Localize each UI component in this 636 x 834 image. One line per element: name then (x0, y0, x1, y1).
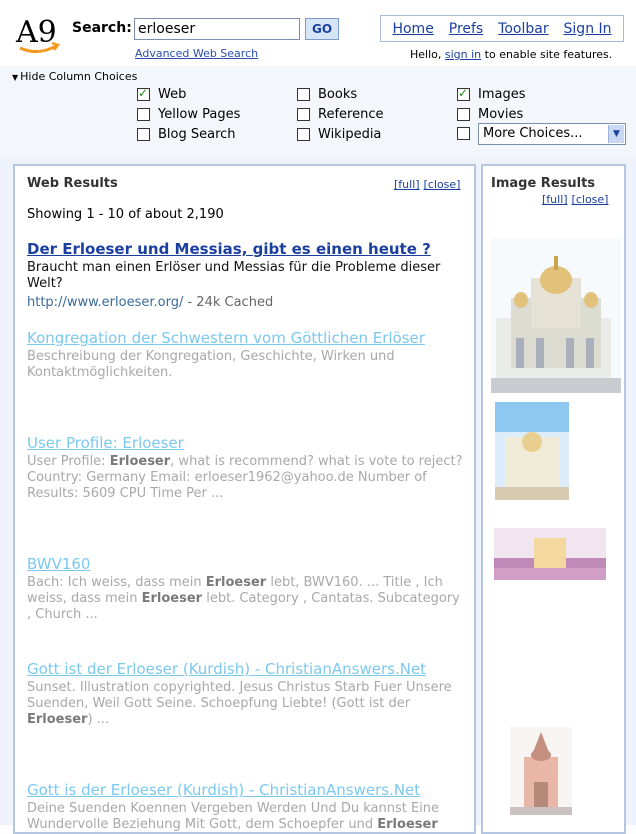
result-item: Der Erloeser und Messias, gibt es einen … (27, 240, 467, 310)
result-snippet: Braucht man einen Erlöser und Messias fü… (27, 260, 441, 291)
result-item: User Profile: Erloeser User Profile: Erl… (27, 434, 467, 502)
image-thumbnail-cathedral[interactable] (491, 238, 621, 393)
choice-books[interactable]: Books (297, 87, 357, 102)
go-button[interactable]: GO (305, 18, 339, 40)
result-item: Gott ist der Erloeser (Kurdish) - Christ… (27, 660, 467, 728)
result-title-link[interactable]: User Profile: Erloeser (27, 434, 467, 452)
choice-more[interactable] (457, 127, 478, 140)
result-count: Showing 1 - 10 of about 2,190 (27, 207, 224, 222)
search-input[interactable] (134, 18, 300, 40)
web-results-links: [full] [close] (390, 178, 460, 191)
result-snippet: User Profile: Erloeser, what is recommen… (27, 454, 463, 501)
checkbox-more[interactable] (457, 127, 470, 140)
web-full-link[interactable]: [full] (394, 178, 420, 191)
nav-signin-link[interactable]: Sign In (564, 21, 612, 37)
result-title-link[interactable]: Gott ist der Erloeser (Kurdish) - Christ… (27, 660, 467, 678)
search-label: Search: (72, 20, 132, 36)
nav-prefs-link[interactable]: Prefs (449, 21, 483, 37)
checkbox-web[interactable] (137, 86, 150, 101)
result-title-link[interactable]: Gott is der Erloeser (Kurdish) - Christi… (27, 781, 467, 799)
checkbox-wikipedia[interactable] (297, 128, 310, 141)
result-snippet: Sunset. Illustration copyrighted. Jesus … (27, 680, 452, 727)
image-close-link[interactable]: [close] (572, 193, 609, 206)
checkbox-images[interactable] (457, 86, 470, 101)
checkbox-blog-search[interactable] (137, 128, 150, 141)
result-snippet: Bach: Ich weiss, dass mein Erloeser lebt… (27, 575, 460, 622)
choice-blog-search[interactable]: Blog Search (137, 127, 236, 142)
image-results-links: [full] [close] (538, 193, 608, 206)
nav-toolbar-link[interactable]: Toolbar (498, 21, 548, 37)
result-snippet: Beschreibung der Kongregation, Geschicht… (27, 349, 395, 380)
image-thumbnail-tower[interactable] (510, 727, 572, 815)
web-close-link[interactable]: [close] (424, 178, 461, 191)
image-results-title: Image Results (491, 176, 596, 191)
more-choices-select[interactable]: More Choices... ▼ (478, 123, 626, 145)
top-nav: Home Prefs Toolbar Sign In (380, 15, 624, 42)
logo-text: A9 (15, 15, 57, 50)
hide-column-choices-toggle[interactable]: ▼ Hide Column Choices (12, 70, 137, 83)
choice-movies[interactable]: Movies (457, 107, 523, 122)
choice-wikipedia[interactable]: Wikipedia (297, 127, 381, 142)
nav-home-link[interactable]: Home (392, 21, 433, 37)
result-title-link[interactable]: Kongregation der Schwestern vom Göttlich… (27, 329, 467, 347)
result-url-line: http://www.erloeser.org/ - 24k Cached (27, 295, 274, 310)
choice-web[interactable]: Web (137, 86, 186, 102)
web-results-title: Web Results (27, 176, 118, 191)
choice-images[interactable]: Images (457, 86, 526, 102)
advanced-search-link[interactable]: Advanced Web Search (135, 47, 258, 60)
result-title-link[interactable]: Der Erloeser und Messias, gibt es einen … (27, 240, 467, 258)
triangle-down-icon: ▼ (12, 73, 19, 82)
result-item: BWV160 Bach: Ich weiss, dass mein Erloes… (27, 555, 467, 623)
a9-logo[interactable]: A9 (14, 12, 64, 56)
checkbox-movies[interactable] (457, 108, 470, 121)
image-full-link[interactable]: [full] (542, 193, 568, 206)
checkbox-yellow-pages[interactable] (137, 108, 150, 121)
hello-message: Hello, sign in to enable site features. (410, 48, 613, 61)
chevron-down-icon[interactable]: ▼ (608, 125, 624, 143)
image-thumbnail-church[interactable] (495, 402, 569, 500)
result-item: Gott is der Erloeser (Kurdish) - Christi… (27, 781, 467, 833)
image-thumbnail-interior[interactable] (494, 528, 606, 580)
result-snippet: Deine Suenden Koennen Vergeben Werden Un… (27, 801, 440, 832)
checkbox-reference[interactable] (297, 108, 310, 121)
checkbox-books[interactable] (297, 88, 310, 101)
result-url[interactable]: http://www.erloeser.org/ (27, 295, 183, 310)
result-cached-link[interactable]: Cached (225, 295, 274, 310)
choice-yellow-pages[interactable]: Yellow Pages (137, 107, 240, 122)
choice-reference[interactable]: Reference (297, 107, 383, 122)
result-size: 24k (196, 295, 221, 310)
hello-signin-link[interactable]: sign in (445, 48, 481, 61)
result-item: Kongregation der Schwestern vom Göttlich… (27, 329, 467, 381)
result-title-link[interactable]: BWV160 (27, 555, 467, 573)
